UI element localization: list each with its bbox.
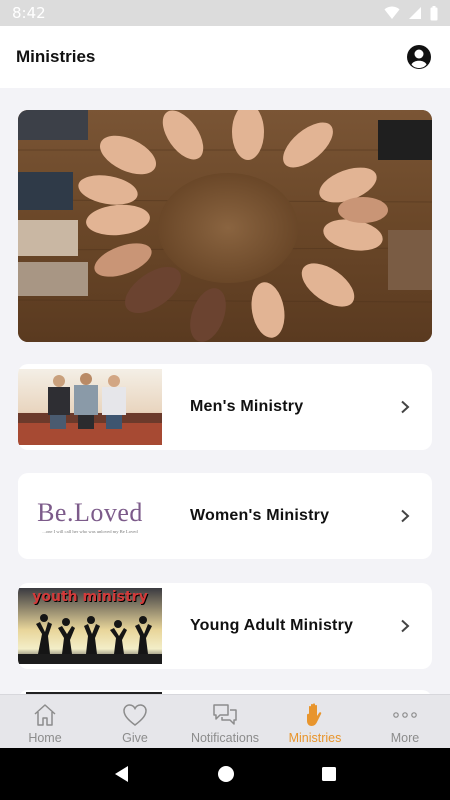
youth-ministry-photo: youth ministry xyxy=(18,588,162,664)
circle-of-hands-photo xyxy=(18,110,432,342)
hand-icon xyxy=(307,703,322,726)
chevron-right-icon xyxy=(401,619,410,633)
system-nav-bar xyxy=(0,748,450,800)
ministries-list: Men's Ministry Be.Loved ...one I will ca… xyxy=(0,88,450,694)
bottom-tab-bar: Home Give Notifications Ministries More xyxy=(0,694,450,748)
signal-icon xyxy=(409,7,421,19)
ministry-label: Men's Ministry xyxy=(190,398,304,415)
tab-label: Ministries xyxy=(288,731,342,745)
mens-group-photo xyxy=(18,369,162,445)
be-loved-tagline: ...one I will call her who was unloved m… xyxy=(42,529,138,534)
youth-ministry-title: youth ministry xyxy=(32,589,148,605)
ministry-label: Women's Ministry xyxy=(190,507,330,524)
home-circle-icon[interactable] xyxy=(217,765,235,783)
be-loved-logo-text: Be.Loved xyxy=(37,498,143,527)
tab-label: Notifications xyxy=(190,731,260,745)
more-dots-icon xyxy=(393,712,417,718)
wifi-icon xyxy=(384,6,400,19)
recents-icon[interactable] xyxy=(321,766,337,782)
ministry-label: Young Adult Ministry xyxy=(190,617,354,634)
tab-label: More xyxy=(390,731,420,745)
tab-label: Home xyxy=(28,731,62,745)
chevron-right-icon xyxy=(401,509,410,523)
home-icon xyxy=(34,704,56,726)
chevron-right-icon xyxy=(401,400,410,414)
status-bar: 8:42 xyxy=(0,0,450,26)
heart-icon xyxy=(123,704,147,726)
back-icon[interactable] xyxy=(113,765,131,783)
battery-icon xyxy=(430,5,438,20)
tab-give[interactable]: Give xyxy=(90,695,180,748)
ministry-item-young-adult[interactable]: youth ministry Young Adult Ministry xyxy=(18,583,432,669)
account-circle-icon[interactable] xyxy=(406,44,432,70)
page-title: Ministries xyxy=(16,47,96,66)
hero-image xyxy=(18,110,432,342)
status-icons xyxy=(384,5,438,21)
tab-more[interactable]: More xyxy=(360,695,450,748)
tab-home[interactable]: Home xyxy=(0,695,90,748)
tab-notifications[interactable]: Notifications xyxy=(180,695,270,748)
ministry-item-womens[interactable]: Be.Loved ...one I will call her who was … xyxy=(18,473,432,559)
ministry-item-mens[interactable]: Men's Ministry xyxy=(18,364,432,450)
tab-ministries[interactable]: Ministries xyxy=(270,695,360,748)
chat-bubbles-icon xyxy=(213,704,237,725)
app-bar: Ministries xyxy=(0,26,450,88)
be-loved-logo: Be.Loved ...one I will call her who was … xyxy=(18,478,162,554)
tab-label: Give xyxy=(122,731,148,745)
status-time: 8:42 xyxy=(12,4,46,22)
